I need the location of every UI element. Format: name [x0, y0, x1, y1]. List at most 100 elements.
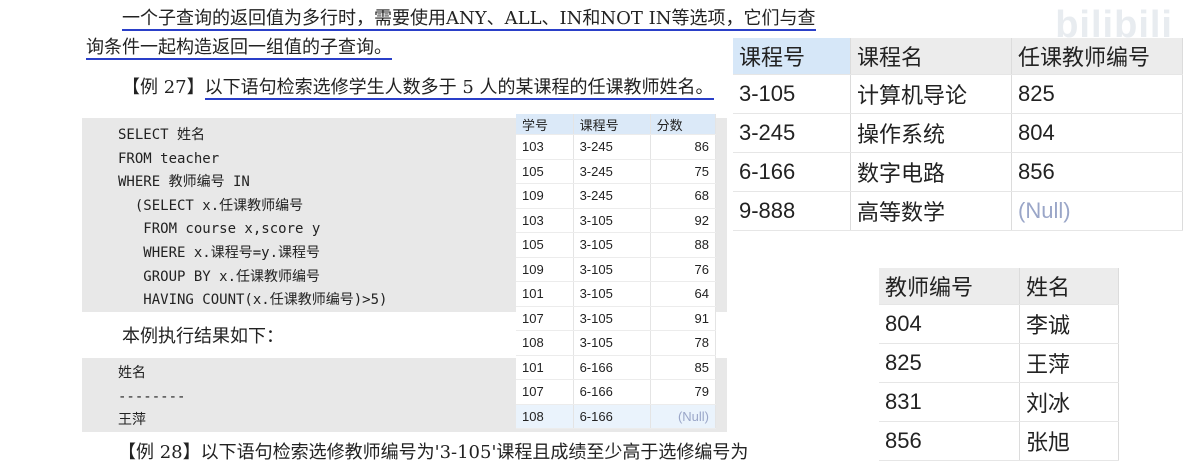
table-row[interactable]: 804 李诚	[879, 304, 1119, 344]
cell: 3-105	[573, 281, 651, 307]
cell: 856	[879, 421, 1020, 461]
sql-line: HAVING COUNT(x.任课教师编号)>5)	[118, 292, 388, 309]
cell: 68	[650, 183, 717, 209]
table-row[interactable]: 105 3-245 75	[516, 159, 717, 184]
course-table: 课程号 课程名 任课教师编号 3-105 计算机导论 825 3-245 操作系统 80…	[733, 38, 1183, 231]
cell: 825	[879, 343, 1020, 383]
sql-line: WHERE 教师编号 IN	[118, 174, 250, 191]
result-code: 姓名 -------- 王萍	[118, 362, 185, 433]
column-header[interactable]: 姓名	[1019, 268, 1119, 305]
cell: 计算机导论	[850, 74, 1012, 114]
cell: 3-245	[733, 113, 851, 153]
table-header-row: 课程号 课程名 任课教师编号	[733, 38, 1183, 75]
result-line: 姓名	[118, 365, 146, 381]
cell: 3-105	[573, 257, 651, 282]
cell: 操作系统	[850, 113, 1012, 153]
cell: 86	[650, 134, 717, 160]
cell: 101	[516, 281, 574, 307]
cell: 9-888	[733, 191, 851, 231]
result-line: 王萍	[118, 412, 146, 428]
cell: 3-105	[573, 208, 651, 233]
cell: 856	[1011, 152, 1183, 192]
table-row[interactable]: 6-166 数字电路 856	[733, 152, 1183, 192]
cell: 高等数学	[850, 191, 1012, 231]
table-row[interactable]: 3-245 操作系统 804	[733, 113, 1183, 153]
table-row[interactable]: 108 3-105 78	[516, 330, 717, 356]
table-row[interactable]: 109 3-105 76	[516, 257, 717, 282]
sql-line: GROUP BY x.任课教师编号	[118, 268, 321, 285]
sql-line: FROM course x,score y	[118, 221, 321, 238]
teacher-table: 教师编号 姓名 804 李诚 825 王萍 831 刘冰 856 张旭	[879, 268, 1119, 461]
cell: 李诚	[1019, 304, 1119, 344]
table-row[interactable]: 103 3-105 92	[516, 208, 717, 233]
table-row[interactable]: 105 3-105 88	[516, 232, 717, 258]
cell: 804	[879, 304, 1020, 344]
sql-line: (SELECT x.任课教师编号	[118, 197, 304, 214]
table-row[interactable]: 831 刘冰	[879, 382, 1119, 422]
next-example-partial: 【例 28】以下语句检索选修教师编号为'3-105'课程且成绩至少高于选修编号为	[118, 442, 749, 463]
table-row[interactable]: 109 3-245 68	[516, 183, 717, 209]
column-header[interactable]: 任课教师编号	[1011, 38, 1183, 75]
table-row[interactable]: 107 3-105 91	[516, 306, 717, 331]
text-span: 一个子查询的返回值为多行时，需要使用	[122, 8, 446, 31]
paragraph-line-2: 询条件一起构造返回一组值的子查询。	[86, 35, 392, 61]
table-row[interactable]: 107 6-166 79	[516, 379, 717, 405]
example-27-heading: 【例 27】以下语句检索选修学生人数多于 5 人的某课程的任课教师姓名。	[122, 75, 714, 101]
table-header-row: 教师编号 姓名	[879, 268, 1119, 305]
cell: 103	[516, 134, 574, 160]
column-header[interactable]: 学号	[516, 114, 574, 135]
cell: 103	[516, 208, 574, 233]
null-cell: (Null)	[1011, 191, 1183, 231]
score-table: 学号 课程号 分数 103 3-245 86 105 3-245 75 109 3-245…	[516, 114, 717, 429]
cell: 108	[516, 404, 574, 429]
cell: 张旭	[1019, 421, 1119, 461]
cell: 75	[650, 159, 717, 184]
text-span: 等选项，它们与查	[671, 8, 816, 31]
column-header[interactable]: 教师编号	[879, 268, 1020, 305]
cell: 王萍	[1019, 343, 1119, 383]
cell: 108	[516, 330, 574, 356]
column-header[interactable]: 课程名	[850, 38, 1012, 75]
sql-line: SELECT 姓名	[118, 127, 206, 143]
cell: 3-105	[573, 306, 651, 331]
cell: 105	[516, 159, 574, 184]
keyword-span: ANY、ALL、IN和NOT IN	[446, 8, 672, 31]
text-span: 询条件一起构造返回一组值的子查询。	[86, 37, 392, 60]
table-row[interactable]: 856 张旭	[879, 421, 1119, 461]
sql-line: WHERE x.课程号=y.课程号	[118, 244, 321, 261]
cell: 91	[650, 306, 717, 331]
cell: 101	[516, 355, 574, 380]
table-row[interactable]: 3-105 计算机导论 825	[733, 74, 1183, 114]
cell: 6-166	[733, 152, 851, 192]
cell: 6-166	[573, 355, 651, 380]
cell: 109	[516, 183, 574, 209]
cell: 85	[650, 355, 717, 380]
cell: 3-245	[573, 134, 651, 160]
cell: 105	[516, 232, 574, 258]
table-row[interactable]: 108 6-166 (Null)	[516, 404, 717, 429]
cell: 3-245	[573, 183, 651, 209]
cell: 88	[650, 232, 717, 258]
cell: 109	[516, 257, 574, 282]
sql-line: FROM teacher	[118, 150, 220, 167]
null-cell: (Null)	[650, 404, 717, 429]
cell: 825	[1011, 74, 1183, 114]
cell: 804	[1011, 113, 1183, 153]
cell: 数字电路	[850, 152, 1012, 192]
table-row[interactable]: 101 6-166 85	[516, 355, 717, 380]
table-row[interactable]: 825 王萍	[879, 343, 1119, 383]
cell: 78	[650, 330, 717, 356]
cell: 107	[516, 379, 574, 405]
table-row[interactable]: 101 3-105 64	[516, 281, 717, 307]
example-label: 【例 27】	[122, 77, 205, 98]
table-row[interactable]: 103 3-245 86	[516, 134, 717, 160]
column-header[interactable]: 分数	[650, 114, 717, 135]
cell: 107	[516, 306, 574, 331]
table-row[interactable]: 9-888 高等数学 (Null)	[733, 191, 1183, 231]
cell: 6-166	[573, 379, 651, 405]
cell: 3-105	[573, 330, 651, 356]
cell: 6-166	[573, 404, 651, 429]
column-header[interactable]: 课程号	[573, 114, 651, 135]
column-header[interactable]: 课程号	[733, 38, 851, 75]
result-intro: 本例执行结果如下：	[122, 326, 284, 347]
